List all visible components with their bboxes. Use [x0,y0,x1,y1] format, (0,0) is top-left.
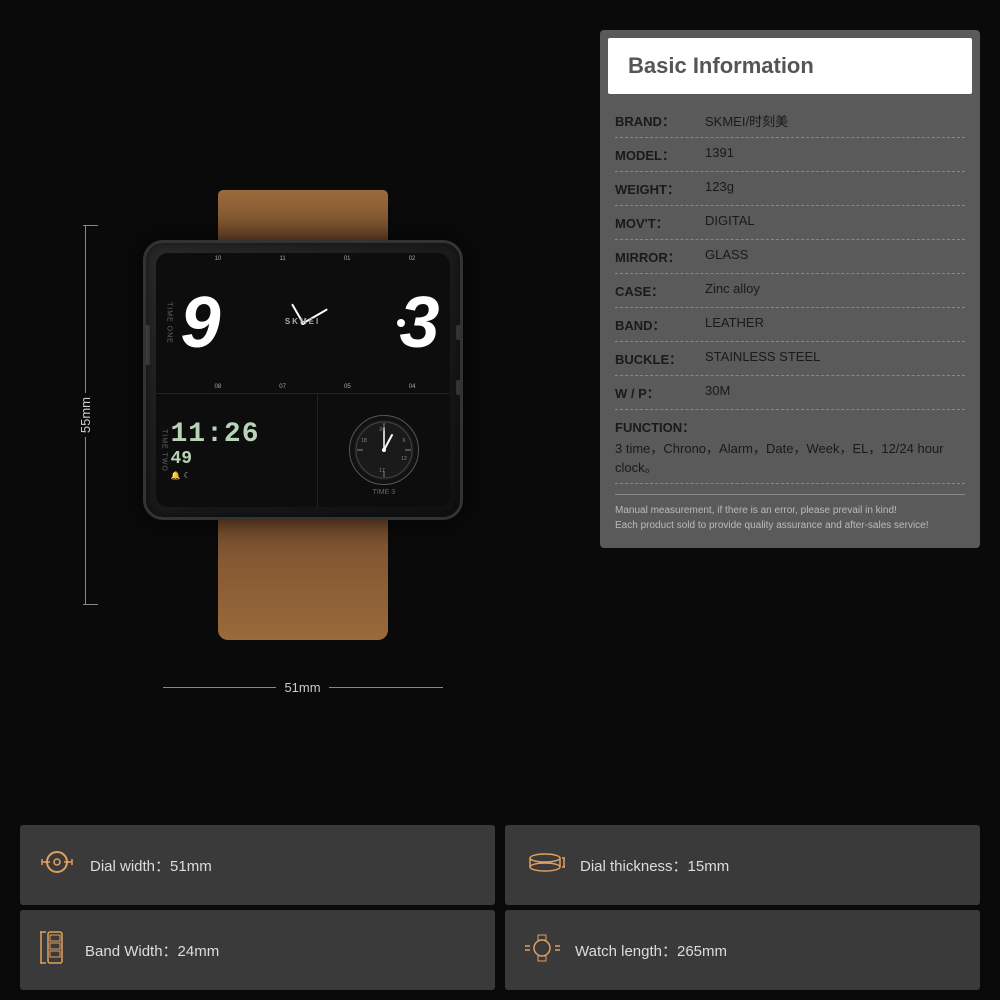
model-row: MODEL： 1391 [615,138,965,172]
tick-num-3: 01 [344,256,351,262]
digital-seconds: 49 [171,449,193,469]
band-label: BAND： [615,315,705,334]
case-label: CASE： [615,281,705,300]
moon-icon: ☾ [183,471,190,480]
height-dimension: 55mm [78,397,93,433]
width-dimension: 51mm [284,680,320,695]
info-header-text: Basic Information [628,53,814,78]
skmei-logo: SKMEI [285,317,320,326]
model-label: MODEL： [615,145,705,164]
crown-right-bottom [456,380,463,395]
time-two-label: TIME TWO [161,429,168,472]
brand-value: SKMEI/时刻美 [705,111,788,130]
buckle-row: BUCKLE： STAINLESS STEEL [615,342,965,376]
svg-text:12: 12 [401,456,407,462]
digital-icons: 🔔 ☾ [171,471,191,480]
case-value: Zinc alloy [705,281,760,296]
dial-thickness-text: Dial thickness：15mm [580,855,729,876]
bell-icon: 🔔 [171,471,181,480]
function-row: FUNCTION： 3 time，Chrono，Alarm，Date，Week，… [615,410,965,484]
bottom-section: Dial width：51mm Dial thickness：15mm [0,820,1000,1000]
info-body: BRAND： SKMEI/时刻美 MODEL： 1391 WEIGHT： 123… [600,94,980,548]
wp-value: 30M [705,383,730,398]
digital-time: 11:26 [171,421,260,449]
time-one-label: TIME ONE [166,302,173,344]
info-panel: Basic Information BRAND： SKMEI/时刻美 MODEL… [600,30,980,548]
buckle-value: STAINLESS STEEL [705,349,820,364]
band-value: LEATHER [705,315,764,330]
mirror-value: GLASS [705,247,748,262]
svg-text:17: 17 [379,468,385,474]
crown-right-top [456,325,463,340]
crown-left [143,325,150,365]
watch-length-text: Watch length：265mm [575,940,727,961]
disclaimer-line1: Manual measurement, if there is an error… [615,503,965,518]
svg-text:6: 6 [402,438,405,444]
wp-row: W / P： 30M [615,376,965,410]
disclaimer-line2: Each product sold to provide quality ass… [615,518,965,533]
time-three-section: 24 6 12 18 17 [317,393,449,507]
function-value: 3 time，Chrono，Alarm，Date，Week，EL，12/24 h… [615,438,965,476]
sub-num-3: 05 [344,384,351,390]
brand-row: BRAND： SKMEI/时刻美 [615,104,965,138]
sub-num-4: 04 [409,384,416,390]
sub-num-2: 07 [279,384,286,390]
small-clock-face: 24 6 12 18 17 [354,420,414,480]
weight-row: WEIGHT： 123g [615,172,965,206]
svg-text:18: 18 [361,438,367,444]
buckle-label: BUCKLE： [615,349,705,368]
band-width-icon [40,930,70,970]
main-container: 55mm [0,0,1000,1000]
dial-width-text: Dial width：51mm [90,855,212,876]
digit-3: 3 [399,287,439,359]
band-width-text: Band Width：24mm [85,940,219,961]
watch-container: 55mm [73,135,533,695]
tick-num-2: 11 [279,256,285,262]
watch-length-icon [525,933,560,968]
info-header: Basic Information [608,38,972,94]
watch-case: TIME ONE 10 11 01 02 9 [143,240,463,520]
strap-bottom [218,520,388,640]
watch-area: 55mm [20,20,585,810]
movt-value: DIGITAL [705,213,755,228]
watch-length-card: Watch length：265mm [505,910,980,990]
wp-label: W / P： [615,383,705,402]
tick-num-1: 10 [215,256,222,262]
small-clock-svg: 24 6 12 18 17 [354,420,414,480]
white-dot [397,319,405,327]
watch-outer: TIME ONE 10 11 01 02 9 [143,190,463,640]
mirror-label: MIRROR： [615,247,705,266]
svg-text:24: 24 [379,427,385,433]
weight-label: WEIGHT： [615,179,705,198]
dial-thickness-icon [525,850,565,880]
time-three-label: TIME 3 [373,489,396,496]
info-disclaimer: Manual measurement, if there is an error… [615,494,965,533]
strap-top [218,190,388,240]
movt-label: MOV'T： [615,213,705,232]
case-row: CASE： Zinc alloy [615,274,965,308]
top-section: 55mm [0,0,1000,820]
weight-value: 123g [705,179,734,194]
stats-row-2: Band Width：24mm Watch length：265mm [20,910,980,990]
dial-thickness-card: Dial thickness：15mm [505,825,980,905]
sub-num-1: 08 [215,384,222,390]
mirror-row: MIRROR： GLASS [615,240,965,274]
band-width-card: Band Width：24mm [20,910,495,990]
function-label: FUNCTION： [615,417,965,436]
tick-num-4: 02 [409,256,416,262]
digital-display: 11:26 49 🔔 ☾ [171,421,260,480]
time-one-section: TIME ONE 10 11 01 02 9 [156,253,450,393]
watch-face: TIME ONE 10 11 01 02 9 [156,253,450,507]
small-clock: 24 6 12 18 17 [349,415,419,485]
stats-row-1: Dial width：51mm Dial thickness：15mm [20,825,980,905]
digit-9: 9 [181,287,221,359]
band-row: BAND： LEATHER [615,308,965,342]
brand-label: BRAND： [615,111,705,130]
model-value: 1391 [705,145,734,160]
time-two-section: TIME TWO 11:26 49 🔔 ☾ [156,393,318,507]
dial-width-card: Dial width：51mm [20,825,495,905]
movt-row: MOV'T： DIGITAL [615,206,965,240]
dial-width-icon [40,847,75,884]
